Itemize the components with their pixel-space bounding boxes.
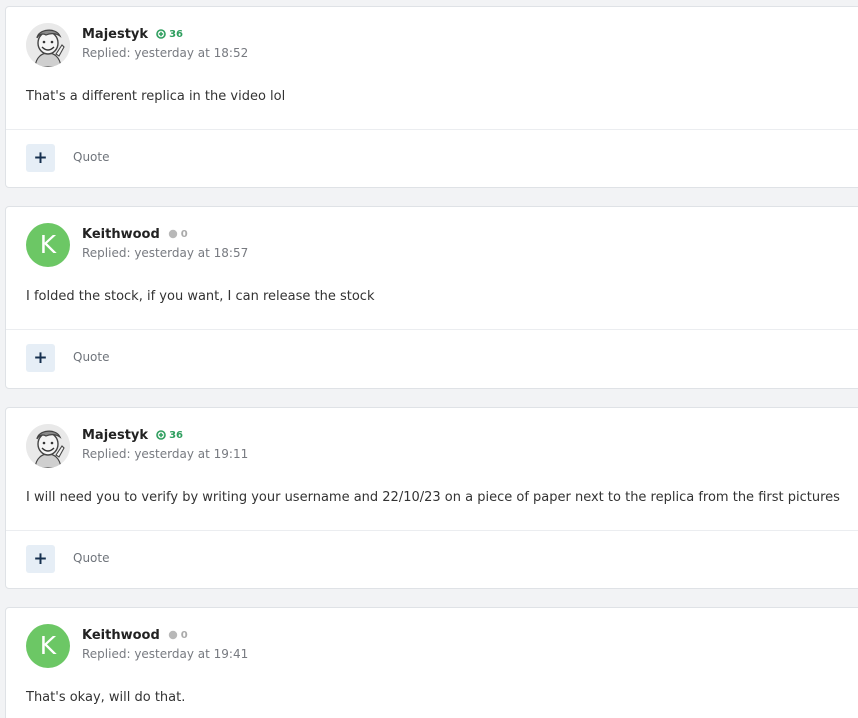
neutral-dot-icon: [168, 229, 177, 239]
multiquote-add-button[interactable]: +: [26, 344, 55, 372]
post-header: Majestyk 36 Replied: yesterday at 19:11: [6, 408, 858, 488]
comment-thread: Majestyk 36 Replied: yesterday at 18:52 …: [0, 0, 858, 718]
post-body: I will need you to verify by writing you…: [26, 490, 840, 505]
post-header: Majestyk 36 Replied: yesterday at 18:52: [6, 7, 858, 87]
author-line: Keithwood 0: [82, 225, 188, 243]
letter-avatar[interactable]: K: [26, 624, 70, 668]
author-line: Majestyk 36: [82, 25, 183, 43]
author-name[interactable]: Majestyk: [82, 428, 148, 443]
reputation-count: 0: [180, 629, 188, 641]
reply-timestamp: Replied: yesterday at 19:11: [82, 447, 249, 461]
post-footer: + Quote: [6, 530, 858, 588]
reputation-badge[interactable]: 36: [156, 29, 183, 40]
multiquote-add-button[interactable]: +: [26, 545, 55, 573]
reply-timestamp: Replied: yesterday at 19:41: [82, 647, 249, 661]
comment-post: K Keithwood 0 Replied: yesterday at 18:5…: [5, 206, 858, 389]
post-body: I folded the stock, if you want, I can r…: [26, 289, 375, 304]
multiquote-add-button[interactable]: +: [26, 144, 55, 172]
author-line: Majestyk 36: [82, 426, 183, 444]
quote-button[interactable]: Quote: [73, 150, 109, 164]
letter-avatar[interactable]: K: [26, 223, 70, 267]
neutral-dot-icon: [168, 630, 177, 640]
reputation-badge[interactable]: 0: [168, 229, 188, 240]
reputation-count: 36: [169, 28, 183, 40]
quote-button[interactable]: Quote: [73, 551, 109, 565]
comment-post: K Keithwood 0 Replied: yesterday at 19:4…: [5, 607, 858, 718]
comment-post: Majestyk 36 Replied: yesterday at 19:11 …: [5, 407, 858, 589]
post-body: That's okay, will do that.: [26, 690, 186, 705]
reply-timestamp: Replied: yesterday at 18:52: [82, 46, 249, 60]
post-header: K Keithwood 0 Replied: yesterday at 19:4…: [6, 608, 858, 688]
comment-post: Majestyk 36 Replied: yesterday at 18:52 …: [5, 6, 858, 188]
plus-circle-icon: [156, 430, 166, 440]
post-header: K Keithwood 0 Replied: yesterday at 18:5…: [6, 207, 858, 287]
author-line: Keithwood 0: [82, 626, 188, 644]
reputation-badge[interactable]: 36: [156, 430, 183, 441]
post-footer: + Quote: [6, 129, 858, 187]
reputation-count: 0: [180, 228, 188, 240]
reputation-count: 36: [169, 429, 183, 441]
author-name[interactable]: Keithwood: [82, 227, 160, 242]
quote-button[interactable]: Quote: [73, 350, 109, 364]
post-body: That's a different replica in the video …: [26, 89, 286, 104]
vault-boy-avatar-icon[interactable]: [26, 424, 70, 468]
plus-circle-icon: [156, 29, 166, 39]
reply-timestamp: Replied: yesterday at 18:57: [82, 246, 249, 260]
author-name[interactable]: Keithwood: [82, 628, 160, 643]
reputation-badge[interactable]: 0: [168, 630, 188, 641]
post-footer: + Quote: [6, 329, 858, 387]
vault-boy-avatar-icon[interactable]: [26, 23, 70, 67]
author-name[interactable]: Majestyk: [82, 27, 148, 42]
